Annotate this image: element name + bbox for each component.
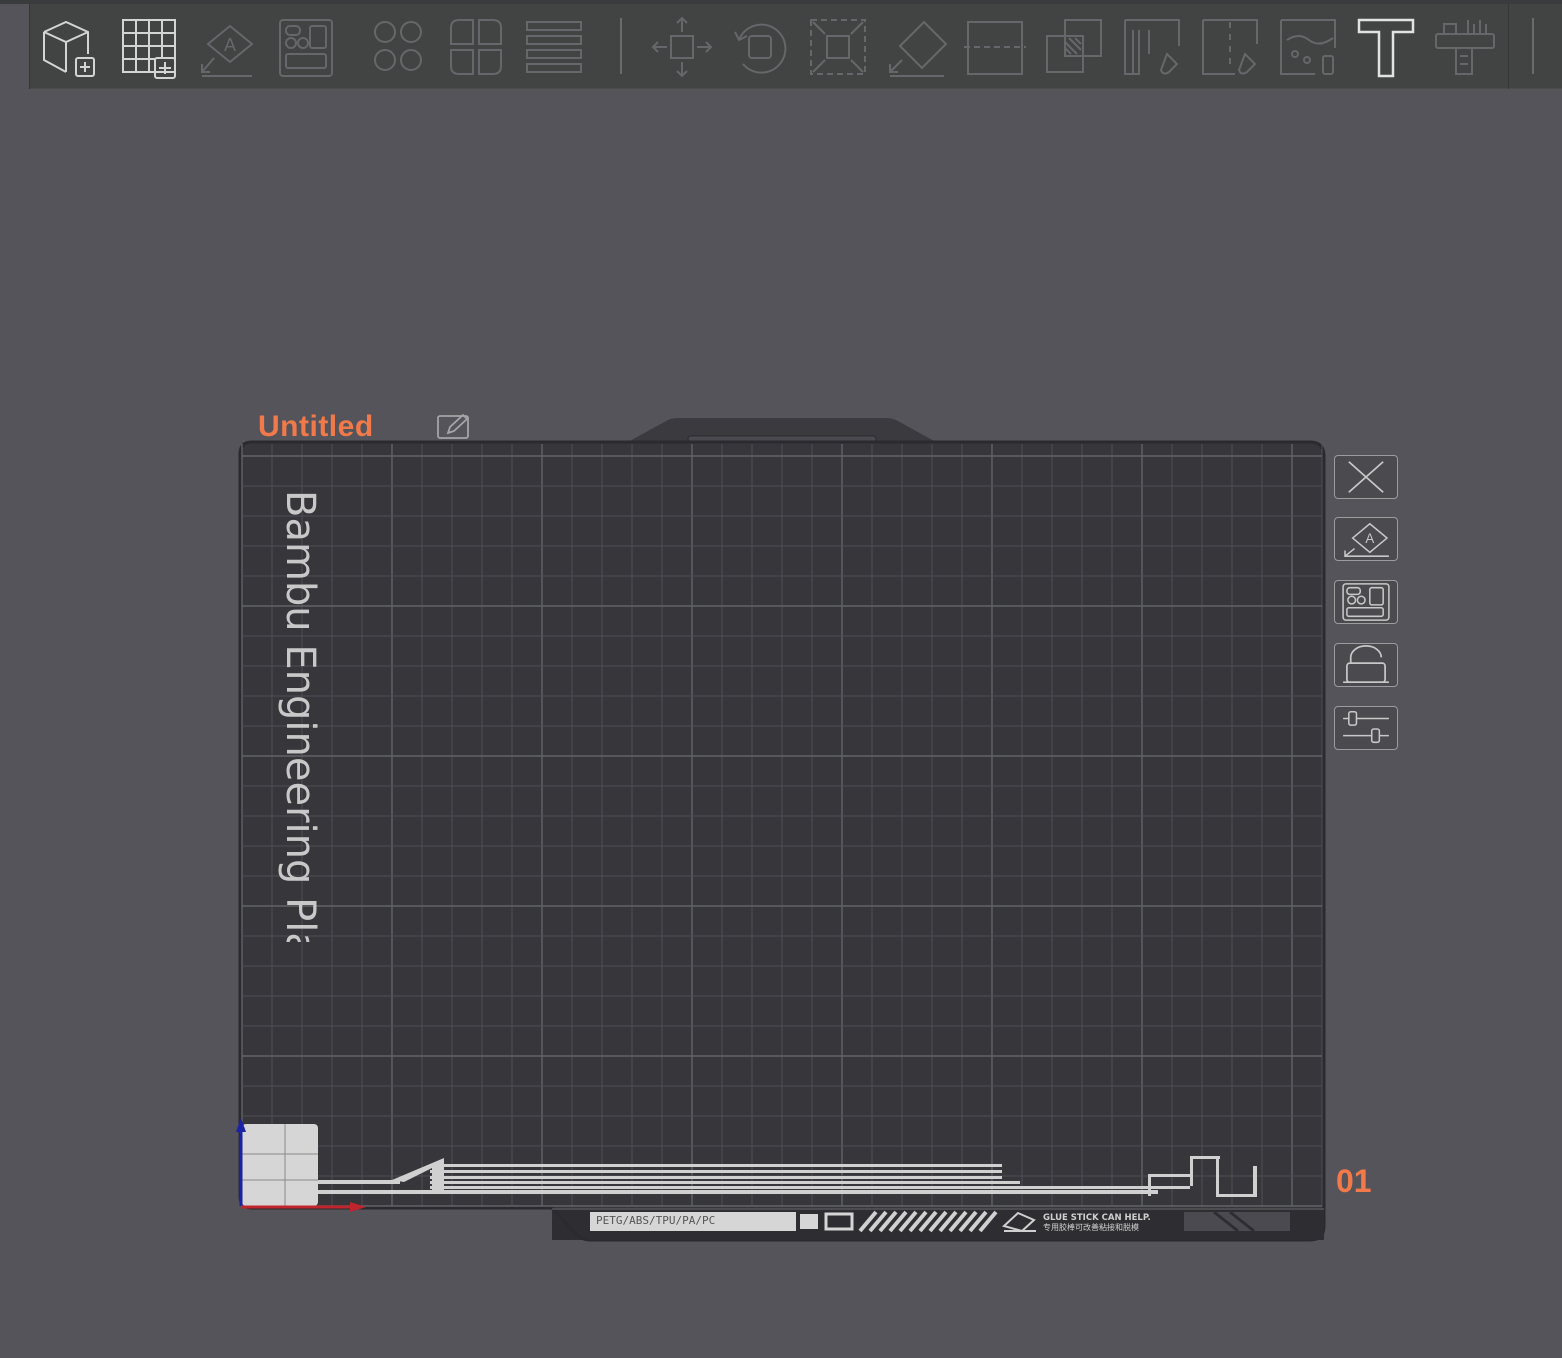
toolbar-separator — [1532, 18, 1534, 74]
boolean-button[interactable] — [1041, 14, 1107, 80]
move-icon — [651, 16, 713, 78]
support-paint-icon — [1124, 19, 1180, 75]
arrange-icon — [279, 19, 333, 77]
svg-text:A: A — [1365, 531, 1374, 546]
auto-orient-icon: A — [201, 24, 254, 77]
split-parts-icon — [450, 19, 502, 75]
arrange-button[interactable] — [272, 14, 338, 80]
rotate-button[interactable] — [727, 14, 793, 80]
cut-button[interactable] — [962, 14, 1028, 80]
build-plate[interactable] — [236, 414, 1332, 1246]
lock-plate-button[interactable] — [1334, 643, 1398, 687]
scale-icon — [810, 19, 866, 75]
auto-orient-button[interactable]: A — [194, 14, 260, 80]
sliders-icon — [1343, 711, 1389, 744]
toolbar-separator — [620, 18, 622, 74]
close-x-icon — [1348, 461, 1384, 493]
unlock-icon — [1343, 645, 1389, 684]
grid-plus-icon — [122, 19, 176, 79]
measure-icon — [1435, 20, 1495, 75]
seam-paint-button[interactable] — [1197, 14, 1263, 80]
scale-button[interactable] — [805, 14, 871, 80]
plate-number: 01 — [1336, 1163, 1372, 1199]
text-tool-button[interactable] — [1353, 14, 1419, 80]
cut-icon — [964, 21, 1026, 75]
plate-settings-button[interactable] — [1334, 706, 1398, 750]
rotate-icon — [734, 23, 787, 74]
lay-on-face-icon — [889, 20, 948, 77]
bed-type-label: Bambu Engineering Plate — [278, 490, 322, 942]
support-paint-button[interactable] — [1119, 14, 1185, 80]
split-objects-button[interactable] — [365, 14, 431, 80]
delete-plate-button[interactable] — [1334, 455, 1398, 499]
add-plate-button[interactable] — [115, 14, 181, 80]
split-parts-button[interactable] — [443, 14, 509, 80]
color-paint-icon — [1280, 19, 1336, 75]
layers-button[interactable] — [521, 14, 587, 80]
boolean-icon — [1046, 19, 1102, 73]
color-paint-button[interactable] — [1275, 14, 1341, 80]
split-objects-icon — [374, 21, 422, 71]
toolbar-left-edge — [29, 4, 30, 89]
text-tool-icon — [1357, 18, 1415, 78]
arrange-plate-button[interactable] — [1334, 580, 1398, 624]
seam-paint-icon — [1202, 19, 1258, 75]
toolbar-right-edge — [1508, 4, 1509, 89]
layers-icon — [526, 21, 582, 73]
main-toolbar: A — [29, 4, 1562, 89]
svg-text:A: A — [224, 35, 236, 55]
orient-plate-button[interactable]: A — [1334, 517, 1398, 561]
move-button[interactable] — [649, 14, 715, 80]
arrange-icon — [1342, 583, 1390, 621]
auto-orient-icon: A — [1344, 522, 1389, 557]
lay-on-face-button[interactable] — [884, 14, 950, 80]
material-compatibility-label: PETG/ABS/TPU/PA/PC — [596, 1214, 716, 1227]
bed-type-text: Bambu Engineering Plate — [278, 490, 322, 942]
glue-stick-label-cn: 专用胶棒可改善粘接和脱模 — [1043, 1223, 1139, 1232]
cube-plus-icon — [43, 20, 95, 77]
measure-button[interactable] — [1432, 14, 1498, 80]
add-object-button[interactable] — [36, 14, 102, 80]
